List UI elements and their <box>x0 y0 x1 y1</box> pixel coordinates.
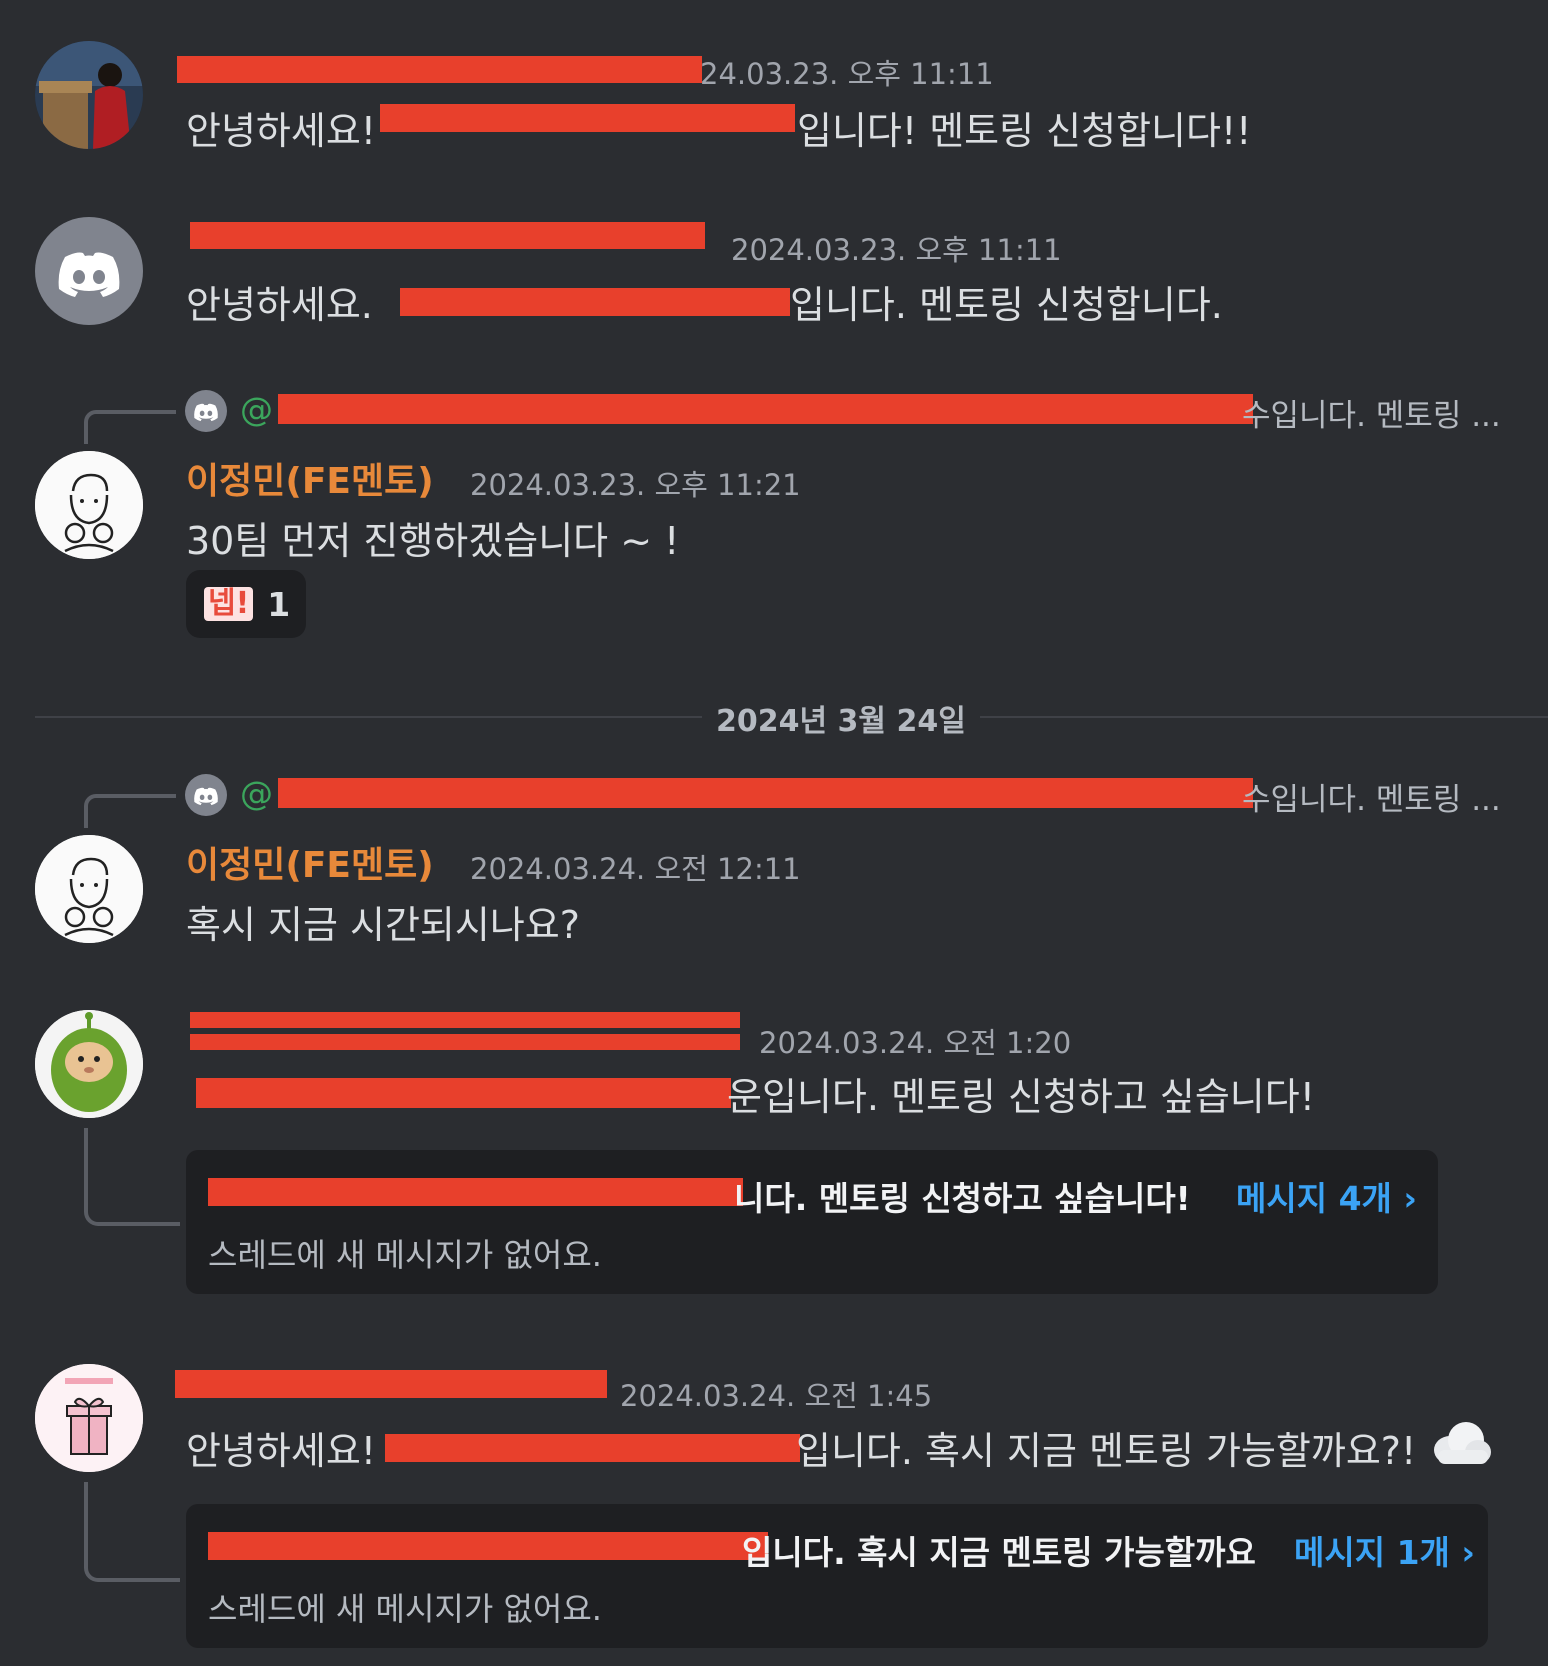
timestamp: 2024.03.24. 오전 1:20 <box>759 1026 1072 1060</box>
reply-avatar <box>185 774 227 816</box>
thread-connector <box>84 1128 180 1226</box>
avatar[interactable] <box>35 1010 143 1118</box>
reaction[interactable]: 넵! 1 <box>186 570 306 638</box>
message-text: 혹시 지금 시간되시나요? <box>186 903 580 947</box>
thread-message-count[interactable]: 메시지 4개 › <box>1236 1172 1417 1220</box>
redacted-username <box>175 1370 607 1398</box>
message-text-tail: 운입니다. 멘토링 신청하고 싶습니다! <box>727 1075 1315 1119</box>
reaction-count: 1 <box>267 584 291 624</box>
message-text-tail: 입니다. 혹시 지금 멘토링 가능할까요?! <box>796 1429 1417 1473</box>
thread-card[interactable]: 입니다. 혹시 지금 멘토링 가능할까요 메시지 1개 › 스레드에 새 메시지… <box>186 1504 1488 1648</box>
reply-mention[interactable]: @ <box>240 390 273 429</box>
thread-status: 스레드에 새 메시지가 없어요. <box>208 1590 602 1628</box>
redacted-thread-title <box>208 1178 743 1206</box>
avatar[interactable] <box>35 217 143 325</box>
discord-icon <box>194 787 218 806</box>
redacted-text <box>380 104 795 132</box>
redacted-username <box>177 56 702 83</box>
redacted-text <box>385 1434 800 1462</box>
thread-title: 니다. 멘토링 신청하고 싶습니다! <box>734 1179 1191 1218</box>
thread-message-count[interactable]: 메시지 1개 › <box>1294 1526 1475 1574</box>
avatar[interactable] <box>35 1364 143 1472</box>
discord-icon <box>58 252 120 297</box>
redacted-text <box>196 1078 731 1108</box>
redacted-reply <box>278 394 1253 424</box>
message-text-tail: 입니다! 멘토링 신청합니다!! <box>797 109 1252 153</box>
discord-icon <box>194 403 218 422</box>
avatar[interactable] <box>35 41 143 149</box>
author-name[interactable]: 이정민(FE멘토) <box>186 836 434 888</box>
avatar[interactable] <box>35 451 143 559</box>
redacted-text <box>400 288 790 316</box>
redacted-username <box>190 222 705 249</box>
reply-connector <box>84 794 176 828</box>
cloud-icon <box>1430 1418 1492 1468</box>
thread-title: 입니다. 혹시 지금 멘토링 가능할까요 <box>742 1533 1256 1572</box>
reply-avatar <box>185 390 227 432</box>
thread-connector <box>84 1482 180 1582</box>
author-name[interactable]: 이정민(FE멘토) <box>186 452 434 504</box>
reply-preview[interactable]: 수입니다. 멘토링 ... <box>1242 774 1501 819</box>
message-text: 안녕하세요. <box>186 283 373 327</box>
timestamp: 2024.03.23. 오후 11:11 <box>731 233 1062 267</box>
divider-label: 2024년 3월 24일 <box>702 696 980 740</box>
message-text: 안녕하세요! <box>186 109 377 153</box>
timestamp: 2024.03.24. 오전 12:11 <box>470 852 801 886</box>
thread-status: 스레드에 새 메시지가 없어요. <box>208 1236 602 1274</box>
reply-preview[interactable]: 수입니다. 멘토링 ... <box>1242 390 1501 435</box>
timestamp: 2024.03.24. 오전 1:45 <box>620 1379 933 1413</box>
redacted-thread-title <box>208 1532 768 1560</box>
reply-mention[interactable]: @ <box>240 774 273 813</box>
message-text: 안녕하세요! <box>186 1429 377 1473</box>
redacted-username <box>190 1012 740 1028</box>
redacted-reply <box>278 778 1253 808</box>
timestamp: 2024.03.23. 오후 11:21 <box>470 468 801 502</box>
avatar[interactable] <box>35 835 143 943</box>
thread-card[interactable]: 니다. 멘토링 신청하고 싶습니다! 메시지 4개 › 스레드에 새 메시지가 … <box>186 1150 1438 1294</box>
redacted-username <box>190 1034 740 1050</box>
message-text-tail: 입니다. 멘토링 신청합니다. <box>790 283 1223 327</box>
timestamp: 24.03.23. 오후 11:11 <box>700 57 994 91</box>
reaction-emoji: 넵! <box>204 587 254 621</box>
reply-connector <box>84 410 176 444</box>
message-text: 30팀 먼저 진행하겠습니다 ~ ! <box>186 519 680 563</box>
